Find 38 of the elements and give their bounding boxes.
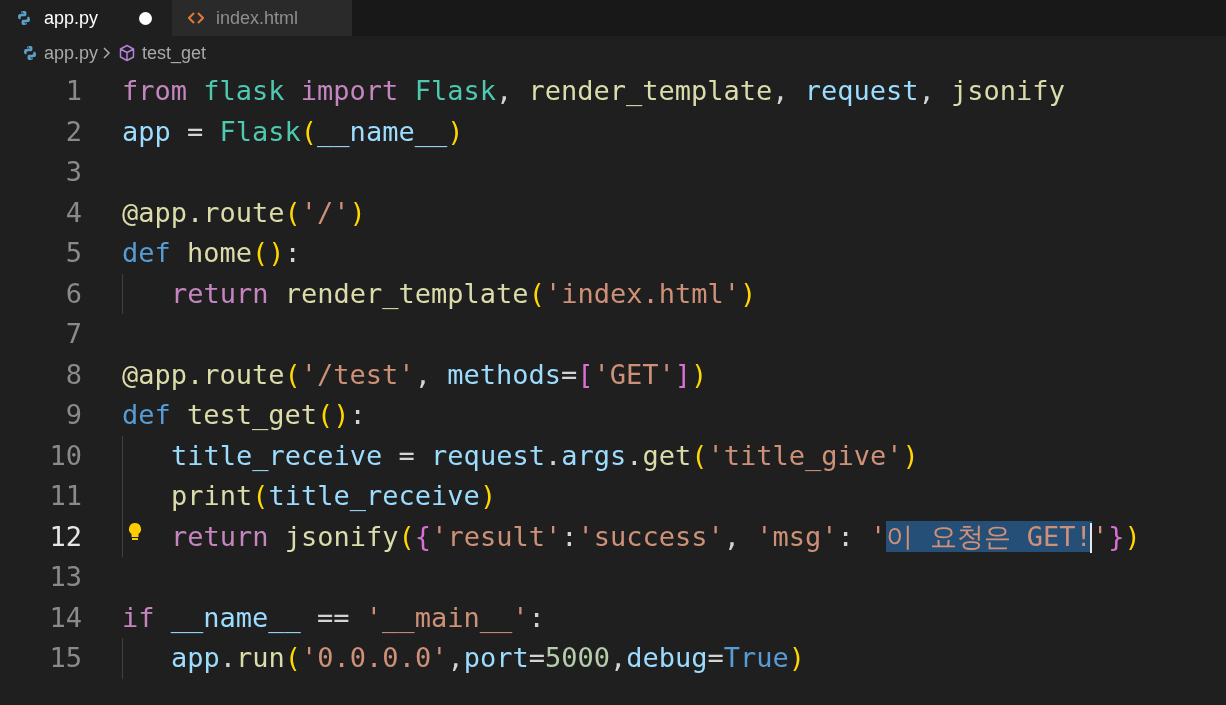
code-line: app = Flask(__name__) [122, 114, 464, 149]
cube-icon [118, 44, 137, 62]
line-number: 11 [48, 479, 82, 513]
editor-tab[interactable]: app.py [0, 0, 172, 36]
code-line: app.run('0.0.0.0',port=5000,debug=True) [171, 641, 806, 675]
line-number: 14 [48, 600, 82, 635]
editor-tab[interactable]: index.html [172, 0, 352, 36]
tab-label: index.html [216, 6, 299, 30]
code-line: @app.route('/') [122, 195, 366, 230]
line-number: 3 [64, 155, 82, 189]
line-number: 7 [64, 317, 82, 351]
python-icon [22, 45, 38, 61]
code-line: from flask import Flask, render_template, request, jsonify [122, 74, 1065, 108]
line-number: 1 [64, 74, 82, 108]
line-number: 10 [48, 438, 82, 473]
code-line: title_receive = request.args.get('title_give') [171, 438, 919, 473]
line-number: 15 [48, 641, 82, 675]
code-line: def home(): [122, 236, 301, 270]
tab-label: app.py [44, 6, 99, 30]
line-number: 2 [64, 114, 82, 149]
code-line: return render_template('index.html') [171, 276, 757, 311]
breadcrumb-item[interactable]: test_get [142, 39, 207, 67]
code-brackets-icon [188, 11, 204, 25]
line-number: 13 [48, 560, 82, 594]
code-line: print(title_receive) [171, 479, 497, 513]
line-number: 12 [48, 519, 82, 554]
line-number: 8 [64, 357, 82, 392]
line-number: 4 [64, 195, 82, 230]
python-icon [16, 10, 32, 26]
code-line: @app.route('/test', methods=['GET']) [122, 357, 708, 392]
line-number: 9 [64, 398, 82, 432]
line-number: 6 [64, 276, 82, 311]
code-line: return jsonify({'result':'success', 'msg': '이 요청은 GET!'}) [171, 519, 1141, 555]
line-number: 5 [64, 236, 82, 270]
code-line: def test_get(): [122, 398, 366, 432]
code-line: if __name__ == '__main__': [122, 600, 545, 635]
chevron-right-icon [102, 46, 113, 60]
breadcrumb-item[interactable]: app.py [44, 39, 99, 67]
